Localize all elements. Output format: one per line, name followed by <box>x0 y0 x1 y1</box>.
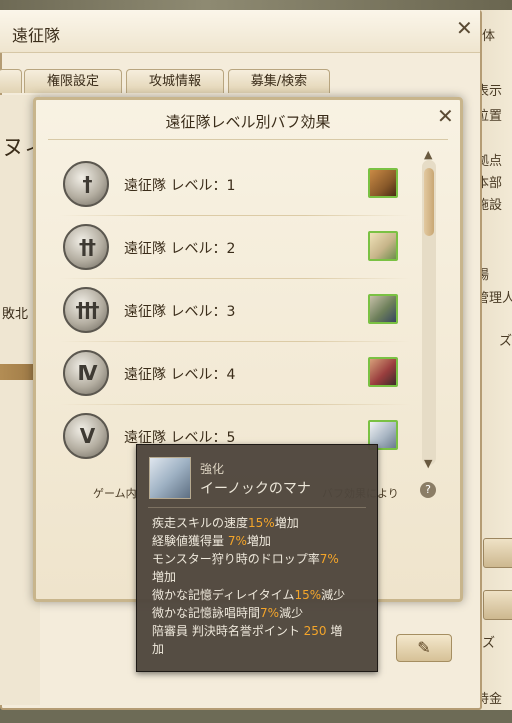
scrollbar-thumb[interactable] <box>424 168 434 236</box>
help-icon[interactable]: ? <box>420 482 436 498</box>
sword-5-emblem-icon: V <box>63 413 109 459</box>
edit-button[interactable]: ✎ <box>396 634 452 662</box>
tooltip-effect-line: 疾走スキルの速度15%増加 <box>152 516 299 530</box>
main-close-icon[interactable]: ✕ <box>456 18 473 38</box>
right-panel-item: ズ <box>482 636 496 651</box>
right-panel-item: ズ <box>499 334 512 349</box>
tab-recruit-search[interactable]: 募集/検索 <box>228 69 330 93</box>
right-panel-edit-button[interactable] <box>483 538 512 568</box>
tooltip-effect-line: モンスター狩り時のドロップ率7% <box>152 552 339 566</box>
portrait-icon[interactable] <box>368 357 398 387</box>
tooltip-effect-line: 加 <box>152 642 165 656</box>
divider <box>60 404 410 405</box>
right-panel-button[interactable] <box>483 590 512 620</box>
divider <box>48 139 448 140</box>
tooltip-effect-line: 経験値獲得量 7%増加 <box>152 534 271 548</box>
portrait-icon[interactable] <box>368 231 398 261</box>
footer-note-left: ゲーム内 <box>93 487 137 500</box>
divider <box>60 341 410 342</box>
level-row-label: 遠征隊 レベル：2 <box>124 241 236 257</box>
defeat-label: 敗北 <box>2 307 29 322</box>
tooltip-effects: 疾走スキルの速度15%増加 経験値獲得量 7%増加モンスター狩り時のドロップ率7%… <box>152 514 366 658</box>
sword-2-emblem-icon: †† <box>63 224 109 270</box>
sword-4-emblem-icon: IV <box>63 350 109 396</box>
tab-siege-info[interactable]: 攻城情報 <box>126 69 224 93</box>
enoch-portrait-icon <box>149 457 191 499</box>
scroll-down-icon[interactable]: ▼ <box>424 457 432 470</box>
expedition-window-titlebar <box>0 10 480 53</box>
divider <box>60 215 410 216</box>
sword-1-emblem-icon: † <box>63 161 109 207</box>
level-row-label: 遠征隊 レベル：3 <box>124 304 236 320</box>
level-row-label: 遠征隊 レベル：4 <box>124 367 236 383</box>
tab-partial[interactable] <box>0 69 22 93</box>
tooltip-name: イーノックのマナ <box>200 481 311 497</box>
popup-close-icon[interactable]: ✕ <box>437 106 454 126</box>
portrait-icon[interactable] <box>368 294 398 324</box>
buff-popup-title: 遠征隊レベル別バフ効果 <box>165 113 331 131</box>
expedition-window-title: 遠征隊 <box>12 26 61 45</box>
tooltip-effect-line: 増加 <box>152 570 177 584</box>
portrait-icon[interactable] <box>368 168 398 198</box>
pencil-icon: ✎ <box>417 638 431 657</box>
tooltip-category: 強化 <box>200 462 225 476</box>
tooltip-effect-line: 陪審員 判決時名誉ポイント 250 増 <box>152 624 343 638</box>
sword-3-emblem-icon: ††† <box>63 287 109 333</box>
tooltip-effect-line: 微かな記憶詠唱時間7%減少 <box>152 606 304 620</box>
tooltip-effect-line: 微かな記憶ディレイタイム15%減少 <box>152 588 346 602</box>
tab-permissions[interactable]: 権限設定 <box>24 69 122 93</box>
right-panel-item: 体 <box>482 29 496 44</box>
level-row-label: 遠征隊 レベル：1 <box>124 178 236 194</box>
divider <box>148 507 366 508</box>
divider <box>60 278 410 279</box>
